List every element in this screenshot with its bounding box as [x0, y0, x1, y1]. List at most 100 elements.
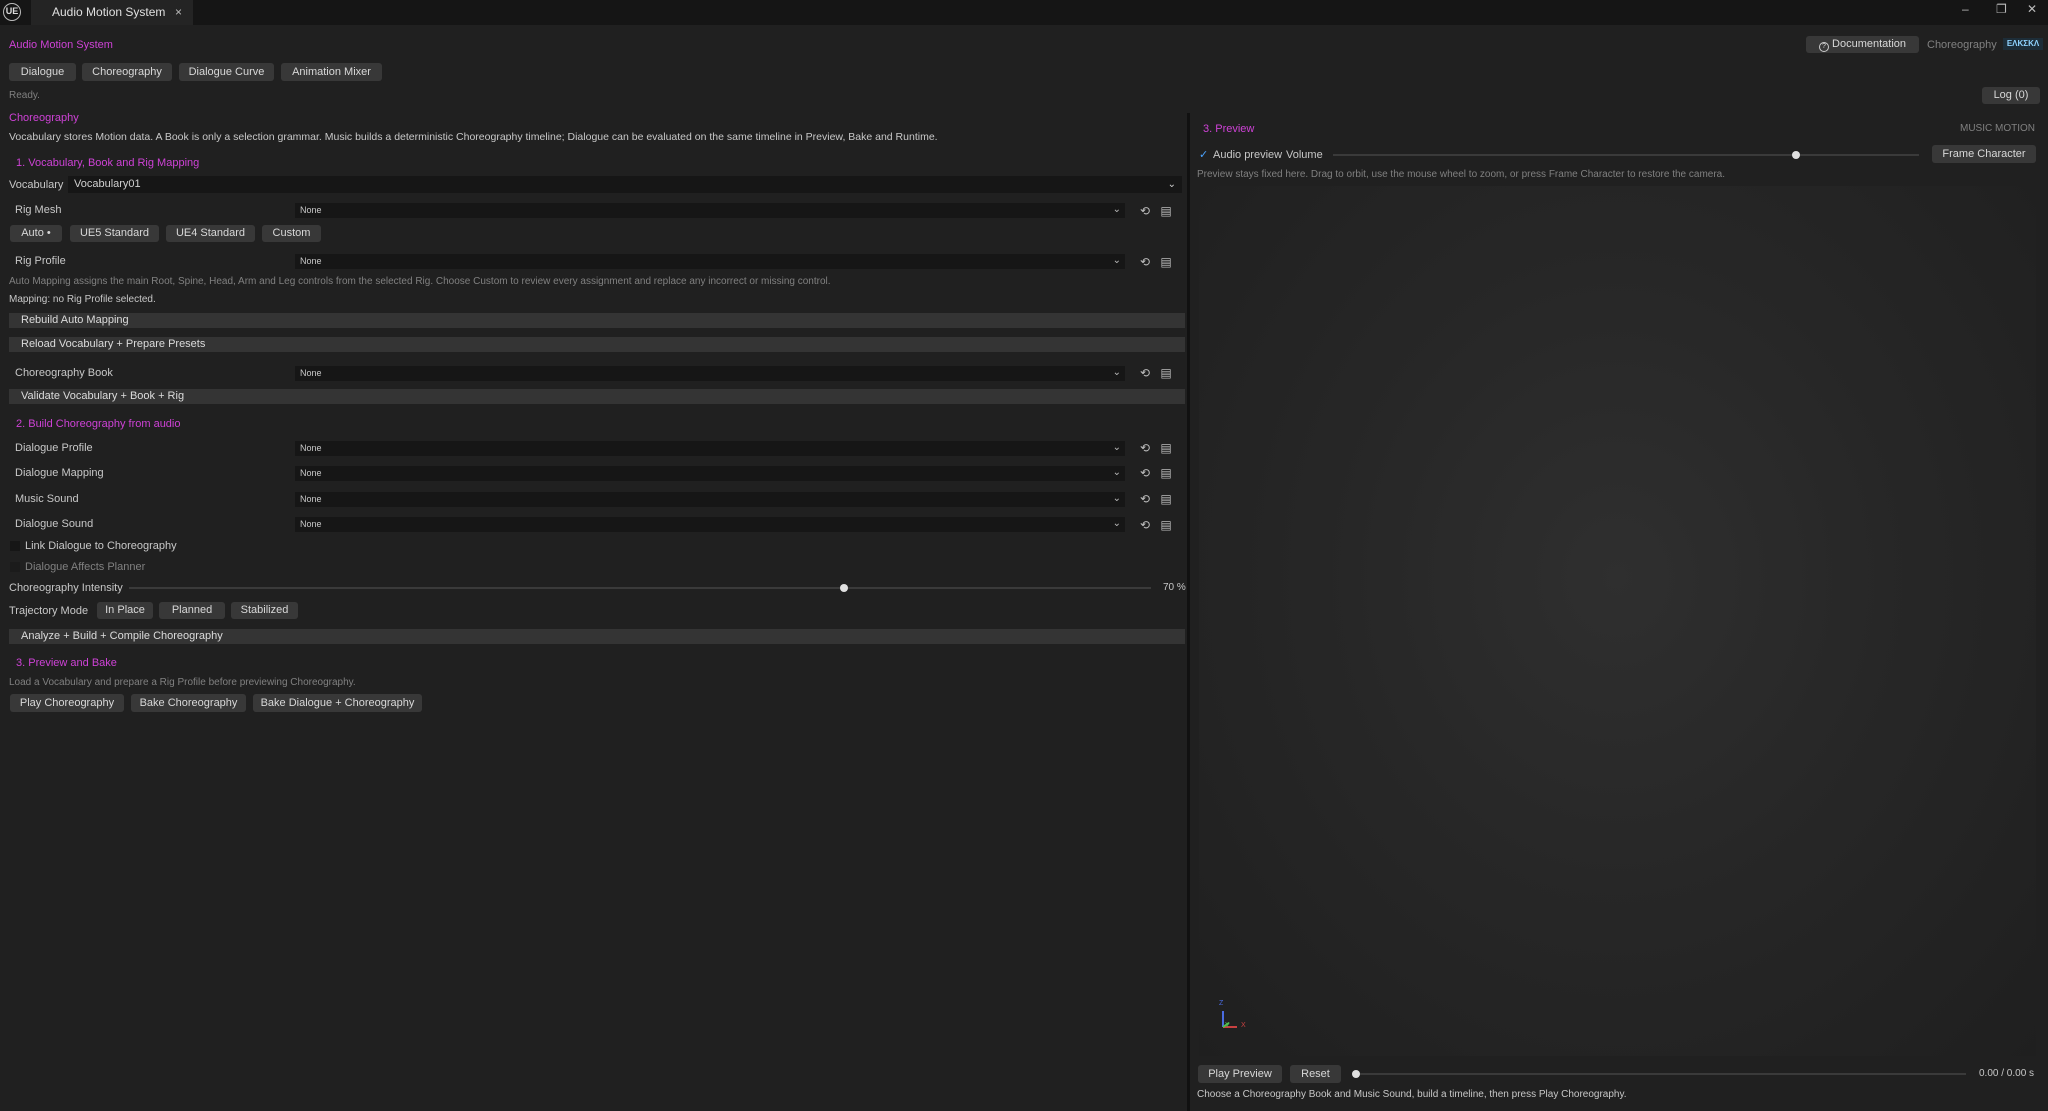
- intensity-slider[interactable]: [129, 587, 1151, 589]
- trajectory-in-place-button[interactable]: In Place: [97, 602, 153, 619]
- mapping-auto-button[interactable]: Auto •: [10, 225, 62, 242]
- reset-button[interactable]: Reset: [1290, 1065, 1341, 1083]
- checkmark-icon[interactable]: ✓: [1199, 148, 1208, 161]
- chevron-down-icon: ⌄: [1112, 204, 1121, 215]
- music-sound-label: Music Sound: [15, 493, 79, 505]
- browse-to-asset-icon[interactable]: ⟲: [1138, 492, 1152, 506]
- chevron-down-icon: ⌄: [1167, 179, 1176, 190]
- audio-preview-label: Audio preview: [1213, 149, 1283, 161]
- rig-mesh-select[interactable]: None ⌄: [295, 203, 1125, 218]
- auto-mapping-note: Auto Mapping assigns the main Root, Spin…: [9, 276, 831, 287]
- dialogue-mapping-value: None: [300, 468, 322, 478]
- folder-icon[interactable]: ▤: [1159, 466, 1173, 480]
- panel-splitter[interactable]: [1187, 113, 1190, 1111]
- mapping-ue4-button[interactable]: UE4 Standard: [166, 225, 255, 242]
- link-dialogue-checkbox[interactable]: [10, 541, 20, 551]
- rig-mesh-label: Rig Mesh: [15, 204, 62, 216]
- chevron-down-icon: ⌄: [1112, 493, 1121, 504]
- mapping-status: Mapping: no Rig Profile selected.: [9, 294, 156, 305]
- volume-slider-handle[interactable]: [1791, 151, 1800, 159]
- music-sound-select[interactable]: None ⌄: [295, 492, 1125, 507]
- browse-to-asset-icon[interactable]: ⟲: [1138, 204, 1152, 218]
- affects-planner-label: Dialogue Affects Planner: [25, 561, 146, 573]
- browse-to-asset-icon[interactable]: ⟲: [1138, 366, 1152, 380]
- intensity-slider-handle[interactable]: [840, 584, 849, 592]
- description-text: Vocabulary stores Motion data. A Book is…: [9, 131, 938, 143]
- trajectory-mode-label: Trajectory Mode: [9, 605, 89, 617]
- bake-choreography-button[interactable]: Bake Choreography: [131, 694, 246, 712]
- choreography-book-label: Choreography Book: [15, 367, 113, 379]
- mapping-custom-button[interactable]: Custom: [262, 225, 321, 242]
- chevron-down-icon: ⌄: [1112, 255, 1121, 266]
- volume-label: Volume: [1286, 149, 1323, 161]
- choreography-book-select[interactable]: None ⌄: [295, 366, 1125, 381]
- play-preview-button[interactable]: Play Preview: [1198, 1065, 1282, 1083]
- footer-hint: Choose a Choreography Book and Music Sou…: [1197, 1089, 1627, 1100]
- choreography-title: Choreography: [9, 112, 79, 124]
- browse-to-asset-icon[interactable]: ⟲: [1138, 466, 1152, 480]
- rig-profile-select[interactable]: None ⌄: [295, 254, 1125, 269]
- trajectory-stabilized-button[interactable]: Stabilized: [231, 602, 298, 619]
- folder-icon[interactable]: ▤: [1159, 492, 1173, 506]
- timeline-slider[interactable]: [1356, 1073, 1966, 1075]
- affects-planner-checkbox[interactable]: [10, 562, 20, 572]
- browse-to-asset-icon[interactable]: ⟲: [1138, 518, 1152, 532]
- validate-button[interactable]: Validate Vocabulary + Book + Rig: [9, 389, 1185, 404]
- analyze-build-compile-button[interactable]: Analyze + Build + Compile Choreography: [9, 629, 1185, 644]
- tab-audio-motion-system[interactable]: Audio Motion System ×: [31, 0, 193, 25]
- browse-to-asset-icon[interactable]: ⟲: [1138, 255, 1152, 269]
- browse-to-asset-icon[interactable]: ⟲: [1138, 441, 1152, 455]
- vocabulary-label: Vocabulary: [9, 179, 64, 191]
- folder-icon[interactable]: ▤: [1159, 366, 1173, 380]
- unreal-logo-icon: UE: [3, 3, 21, 21]
- vocabulary-select[interactable]: Vocabulary01 ⌄: [68, 176, 1182, 193]
- tab-dialogue[interactable]: Dialogue: [9, 63, 76, 81]
- tab-dialogue-curve[interactable]: Dialogue Curve: [179, 63, 274, 81]
- mapping-ue5-button[interactable]: UE5 Standard: [70, 225, 159, 242]
- preview-title: 3. Preview: [1203, 123, 1255, 135]
- music-sound-value: None: [300, 494, 322, 504]
- folder-icon[interactable]: ▤: [1159, 518, 1173, 532]
- mode-label: Choreography: [1927, 39, 1997, 51]
- axis-z-label: Z: [1219, 1000, 1224, 1007]
- log-button[interactable]: Log (0): [1982, 87, 2040, 104]
- preview-bake-note: Load a Vocabulary and prepare a Rig Prof…: [9, 677, 356, 688]
- folder-icon[interactable]: ▤: [1159, 204, 1173, 218]
- preview-viewport[interactable]: Z Y X: [1199, 186, 2036, 1056]
- bake-dialogue-choreography-button[interactable]: Bake Dialogue + Choreography: [253, 694, 422, 712]
- tab-animation-mixer[interactable]: Animation Mixer: [281, 63, 382, 81]
- volume-slider[interactable]: [1333, 154, 1919, 156]
- dialogue-mapping-select[interactable]: None ⌄: [295, 466, 1125, 481]
- folder-icon[interactable]: ▤: [1159, 255, 1173, 269]
- trajectory-planned-button[interactable]: Planned: [159, 602, 225, 619]
- dialogue-sound-select[interactable]: None ⌄: [295, 517, 1125, 532]
- help-icon: ?: [1818, 42, 1829, 52]
- rig-profile-value: None: [300, 256, 322, 266]
- maximize-icon[interactable]: ❐: [1996, 2, 2007, 16]
- rebuild-auto-mapping-button[interactable]: Rebuild Auto Mapping: [9, 313, 1185, 328]
- frame-character-button[interactable]: Frame Character: [1932, 145, 2036, 163]
- axis-y-label: Y: [1225, 1022, 1230, 1029]
- section3-title: 3. Preview and Bake: [16, 657, 117, 669]
- timeline-slider-handle[interactable]: [1352, 1070, 1360, 1078]
- dialogue-profile-label: Dialogue Profile: [15, 442, 93, 454]
- play-choreography-button[interactable]: Play Choreography: [10, 694, 124, 712]
- link-dialogue-label: Link Dialogue to Choreography: [25, 540, 177, 552]
- minimize-icon[interactable]: –: [1962, 2, 1969, 16]
- tab-choreography[interactable]: Choreography: [82, 63, 172, 81]
- time-readout: 0.00 / 0.00 s: [1979, 1068, 2035, 1079]
- title-bar: UE Audio Motion System × – ❐ ✕: [0, 0, 2048, 25]
- folder-icon[interactable]: ▤: [1159, 441, 1173, 455]
- documentation-button[interactable]: ? Documentation: [1806, 36, 1919, 53]
- music-motion-badge: MUSIC MOTION: [1960, 123, 2035, 134]
- axis-x-label: X: [1241, 1022, 1246, 1029]
- close-icon[interactable]: ✕: [2027, 2, 2037, 16]
- choreography-book-value: None: [300, 368, 322, 378]
- status-text: Ready.: [9, 90, 40, 101]
- tab-close-icon[interactable]: ×: [175, 0, 182, 25]
- reload-vocabulary-button[interactable]: Reload Vocabulary + Prepare Presets: [9, 337, 1185, 352]
- chevron-down-icon: ⌄: [1112, 518, 1121, 529]
- preview-hint: Preview stays fixed here. Drag to orbit,…: [1197, 169, 1726, 180]
- axis-gizmo-icon: [1222, 1011, 1237, 1028]
- dialogue-profile-select[interactable]: None ⌄: [295, 441, 1125, 456]
